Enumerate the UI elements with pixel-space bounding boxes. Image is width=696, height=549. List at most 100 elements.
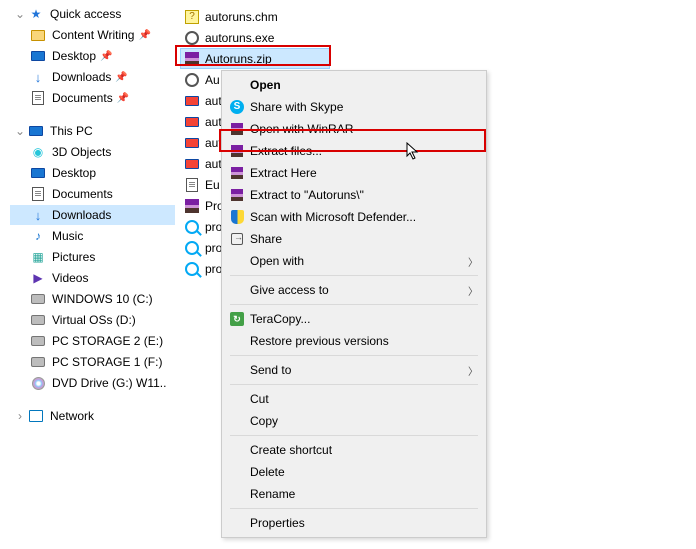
separator [230, 384, 478, 385]
nav-3d-objects[interactable]: ◉ 3D Objects [10, 142, 175, 162]
nav-network[interactable]: › Network [10, 406, 175, 426]
nav-music[interactable]: ♪ Music [10, 226, 175, 246]
file-name: Au [205, 73, 220, 87]
ctx-open-with[interactable]: Open with 〉 [222, 250, 486, 272]
desktop-icon [30, 165, 46, 181]
file-item-exe[interactable]: autoruns.exe [180, 27, 490, 48]
nav-label: DVD Drive (G:) W11.. [52, 376, 166, 390]
pin-icon: 📌 [138, 30, 150, 41]
nav-label: 3D Objects [52, 145, 111, 159]
desktop-icon [30, 48, 46, 64]
chevron-right-icon: › [14, 410, 26, 422]
ctx-extract-files[interactable]: Extract files... [222, 140, 486, 162]
submenu-arrow-icon: 〉 [468, 254, 478, 269]
nav-label: Downloads [52, 208, 111, 222]
nav-downloads-2[interactable]: ↓ Downloads [10, 205, 175, 225]
separator [230, 435, 478, 436]
ctx-create-shortcut[interactable]: Create shortcut [222, 439, 486, 461]
pictures-icon: ▦ [30, 249, 46, 265]
download-icon: ↓ [30, 207, 46, 223]
pin-icon: 📌 [100, 51, 112, 62]
nav-label: PC STORAGE 2 (E:) [52, 334, 163, 348]
file-name: Eu [205, 178, 220, 192]
app-icon [184, 156, 200, 172]
drive-icon [30, 333, 46, 349]
app-icon [184, 135, 200, 151]
magnifier-icon [184, 219, 200, 235]
nav-label: Documents [52, 187, 113, 201]
nav-label: WINDOWS 10 (C:) [52, 292, 153, 306]
teracopy-icon: ↻ [226, 312, 248, 326]
ctx-share-skype[interactable]: S Share with Skype [222, 96, 486, 118]
drive-icon [30, 354, 46, 370]
ctx-share[interactable]: Share [222, 228, 486, 250]
submenu-arrow-icon: 〉 [468, 363, 478, 378]
3d-icon: ◉ [30, 144, 46, 160]
nav-label: Music [52, 229, 83, 243]
ctx-give-access[interactable]: Give access to 〉 [222, 279, 486, 301]
nav-content-writing[interactable]: Content Writing 📌 [10, 25, 175, 45]
file-name: autoruns.chm [205, 10, 278, 24]
ctx-open-winrar[interactable]: Open with WinRAR [222, 118, 486, 140]
separator [230, 304, 478, 305]
ctx-restore-versions[interactable]: Restore previous versions [222, 330, 486, 352]
drive-icon [30, 291, 46, 307]
ctx-copy[interactable]: Copy [222, 410, 486, 432]
skype-icon: S [226, 100, 248, 114]
file-name: pro [205, 241, 222, 255]
context-menu: Open S Share with Skype Open with WinRAR… [221, 70, 487, 538]
file-name: aut [205, 136, 222, 150]
nav-desktop-2[interactable]: Desktop [10, 163, 175, 183]
pin-icon: ★ [28, 6, 44, 22]
nav-virtual-os-drive[interactable]: Virtual OSs (D:) [10, 310, 175, 330]
download-icon: ↓ [30, 69, 46, 85]
winrar-icon [226, 167, 248, 179]
nav-this-pc[interactable]: ⌄ This PC [10, 121, 175, 141]
file-item-chm[interactable]: ? autoruns.chm [180, 6, 490, 27]
magnifier-icon [184, 261, 200, 277]
app-icon [184, 93, 200, 109]
nav-label: Network [50, 409, 94, 423]
gear-icon [184, 72, 200, 88]
ctx-send-to[interactable]: Send to 〉 [222, 359, 486, 381]
ctx-cut[interactable]: Cut [222, 388, 486, 410]
ctx-teracopy[interactable]: ↻ TeraCopy... [222, 308, 486, 330]
file-name: aut [205, 94, 222, 108]
nav-label: Documents [52, 91, 113, 105]
nav-label: Pictures [52, 250, 95, 264]
nav-videos[interactable]: ▶ Videos [10, 268, 175, 288]
documents-icon [30, 186, 46, 202]
ctx-extract-here[interactable]: Extract Here [222, 162, 486, 184]
ctx-extract-to[interactable]: Extract to "Autoruns\" [222, 184, 486, 206]
nav-downloads[interactable]: ↓ Downloads 📌 [10, 67, 175, 87]
winrar-icon [184, 198, 200, 214]
nav-documents-2[interactable]: Documents [10, 184, 175, 204]
nav-pcs2-drive[interactable]: PC STORAGE 2 (E:) [10, 331, 175, 351]
nav-pictures[interactable]: ▦ Pictures [10, 247, 175, 267]
nav-pcs1-drive[interactable]: PC STORAGE 1 (F:) [10, 352, 175, 372]
documents-icon [30, 90, 46, 106]
ctx-scan-defender[interactable]: Scan with Microsoft Defender... [222, 206, 486, 228]
nav-label: Desktop [52, 49, 96, 63]
file-name: autoruns.exe [205, 31, 274, 45]
nav-quick-access[interactable]: ⌄ ★ Quick access [10, 4, 175, 24]
ctx-open[interactable]: Open [222, 74, 486, 96]
chevron-down-icon: ⌄ [14, 125, 26, 137]
nav-dvd-drive[interactable]: DVD Drive (G:) W11.. [10, 373, 175, 393]
ctx-rename[interactable]: Rename [222, 483, 486, 505]
nav-desktop[interactable]: Desktop 📌 [10, 46, 175, 66]
file-item-zip[interactable]: Autoruns.zip [180, 48, 330, 69]
ctx-delete[interactable]: Delete [222, 461, 486, 483]
pin-icon: 📌 [117, 93, 129, 104]
shield-icon [226, 210, 248, 224]
file-name: Autoruns.zip [205, 52, 272, 66]
ctx-properties[interactable]: Properties [222, 512, 486, 534]
pc-icon [28, 123, 44, 139]
nav-label: Virtual OSs (D:) [52, 313, 136, 327]
nav-label: Desktop [52, 166, 96, 180]
nav-documents[interactable]: Documents 📌 [10, 88, 175, 108]
nav-win10-drive[interactable]: WINDOWS 10 (C:) [10, 289, 175, 309]
winrar-icon [184, 51, 200, 67]
videos-icon: ▶ [30, 270, 46, 286]
help-file-icon: ? [184, 9, 200, 25]
